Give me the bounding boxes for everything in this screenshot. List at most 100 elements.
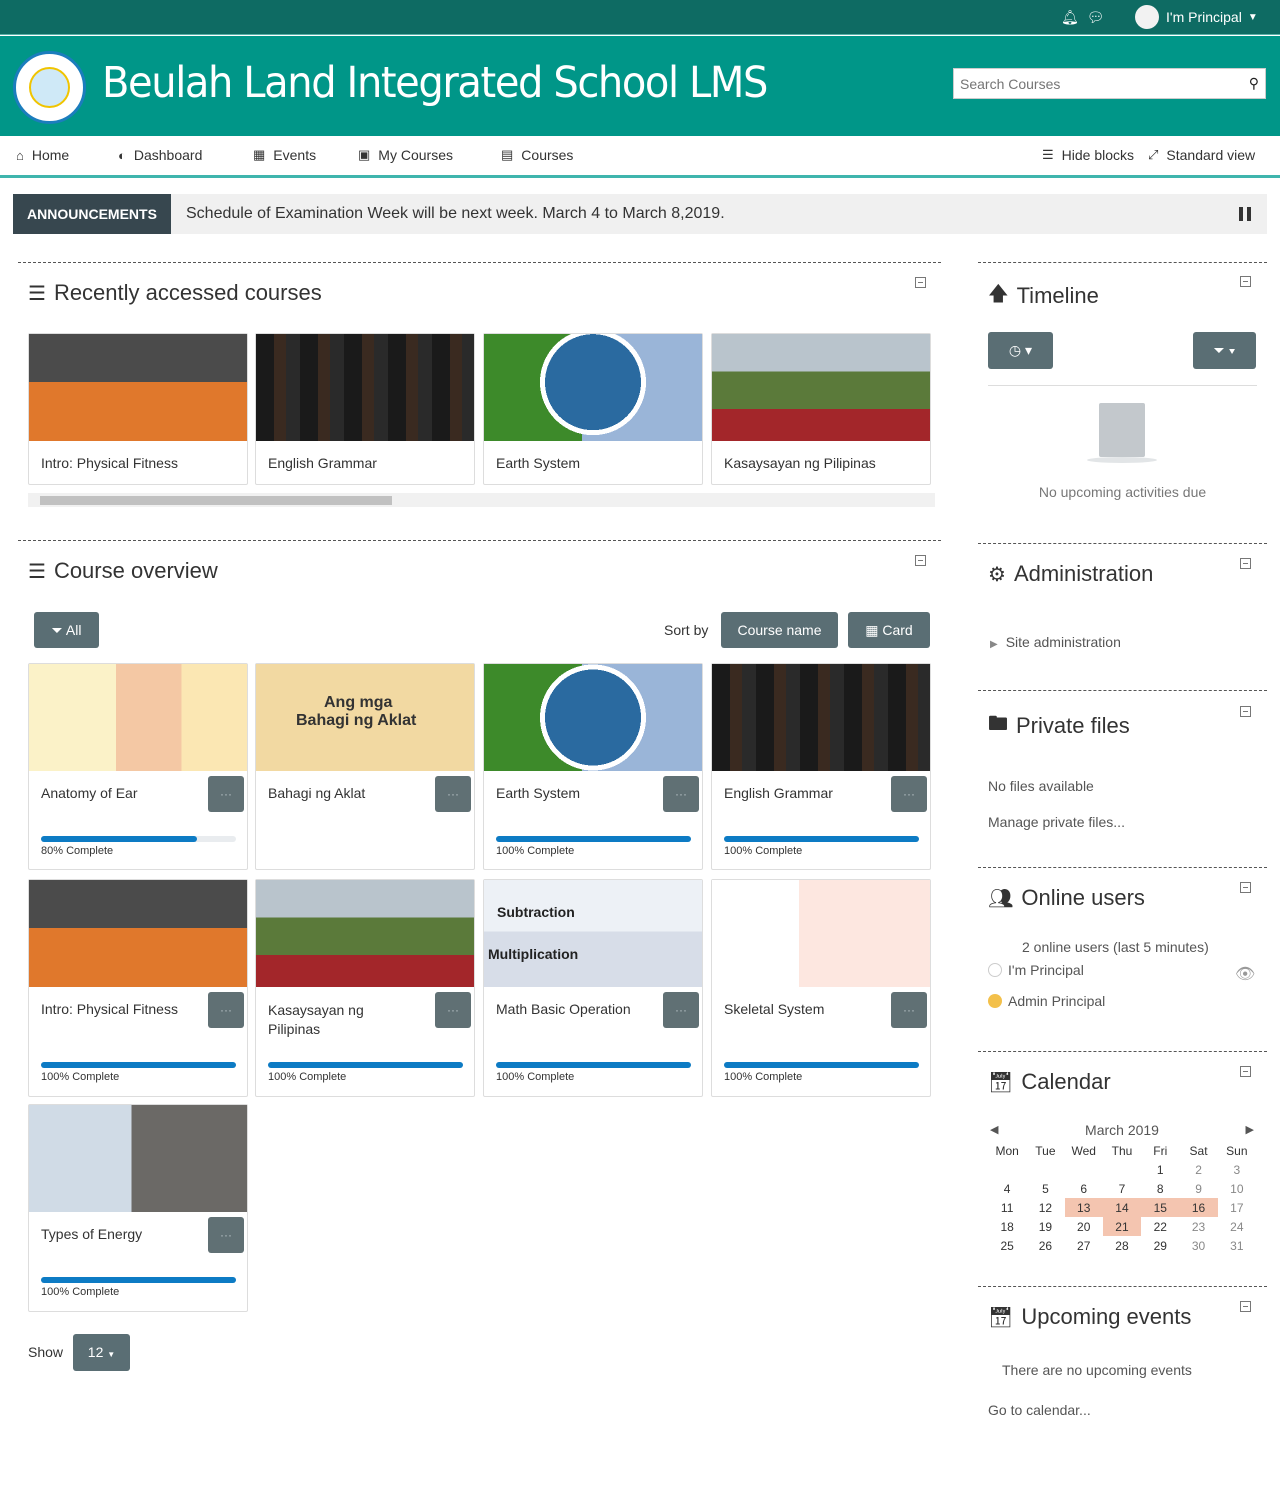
recent-course-card[interactable]: Kasaysayan ng Pilipinas — [711, 333, 931, 485]
calendar-day[interactable]: 15 — [1141, 1198, 1180, 1217]
search-input[interactable] — [954, 69, 1239, 98]
course-card[interactable]: Intro: Physical Fitness ··· 100% Complet… — [28, 879, 248, 1097]
pause-icon[interactable] — [1239, 207, 1251, 221]
course-name[interactable]: English Grammar — [724, 785, 833, 801]
course-menu-button[interactable]: ··· — [435, 992, 471, 1028]
course-name[interactable]: Kasaysayan ng Pilipinas — [268, 1001, 418, 1039]
horizontal-scrollbar[interactable] — [28, 493, 935, 507]
collapse-icon[interactable] — [915, 555, 926, 566]
course-name[interactable]: Types of Energy — [41, 1226, 142, 1242]
calendar-day[interactable]: 17 — [1218, 1198, 1256, 1217]
bell-icon[interactable]: 🔔︎ — [1061, 9, 1079, 25]
page-size-dropdown[interactable]: 12 ▼ — [73, 1334, 130, 1371]
online-user-item[interactable]: I'm Principal — [988, 962, 1084, 978]
course-name[interactable]: Anatomy of Ear — [41, 785, 138, 801]
calendar-day[interactable]: 4 — [988, 1179, 1026, 1198]
calendar-day[interactable]: 27 — [1065, 1236, 1103, 1255]
course-name[interactable]: Intro: Physical Fitness — [41, 1001, 178, 1017]
calendar-day[interactable]: 18 — [988, 1217, 1026, 1236]
messages-icon[interactable]: 💬︎ — [1087, 9, 1105, 25]
calendar-day[interactable]: 14 — [1102, 1198, 1142, 1217]
course-menu-button[interactable]: ··· — [208, 776, 244, 812]
calendar-day[interactable]: 10 — [1218, 1179, 1256, 1198]
course-name[interactable]: Kasaysayan ng Pilipinas — [724, 455, 876, 471]
calendar-day[interactable]: 22 — [1141, 1217, 1179, 1236]
course-name[interactable]: Earth System — [496, 455, 580, 471]
manage-files-link[interactable]: Manage private files... — [988, 814, 1125, 830]
course-menu-button[interactable]: ··· — [663, 776, 699, 812]
course-name[interactable]: English Grammar — [268, 455, 377, 471]
calendar-day[interactable]: 26 — [1026, 1236, 1064, 1255]
course-menu-button[interactable]: ··· — [208, 992, 244, 1028]
hide-blocks-button[interactable]: ☰ Hide blocks — [1042, 147, 1134, 163]
course-name[interactable]: Bahagi ng Aklat — [268, 785, 365, 801]
course-name[interactable]: Skeletal System — [724, 1001, 824, 1017]
calendar-day[interactable]: 5 — [1026, 1179, 1064, 1198]
school-logo[interactable] — [13, 51, 86, 124]
collapse-icon[interactable] — [1240, 1301, 1251, 1312]
user-menu[interactable]: I'm Principal ▼ — [1135, 5, 1258, 29]
calendar-day[interactable]: 8 — [1141, 1179, 1179, 1198]
calendar-day[interactable]: 23 — [1179, 1217, 1217, 1236]
collapse-icon[interactable] — [1240, 1066, 1251, 1077]
search-icon[interactable]: ⚲ — [1249, 75, 1259, 92]
calendar-day[interactable]: 9 — [1179, 1179, 1217, 1198]
collapse-icon[interactable] — [1240, 882, 1251, 893]
course-menu-button[interactable]: ··· — [208, 1217, 244, 1253]
nav-courses[interactable]: ▤ Courses — [501, 147, 573, 163]
calendar-day[interactable]: 21 — [1102, 1217, 1142, 1236]
calendar-day[interactable]: 31 — [1218, 1236, 1256, 1255]
calendar-day[interactable]: 1 — [1141, 1160, 1179, 1179]
standard-view-button[interactable]: ⤢ Standard view — [1148, 147, 1255, 163]
collapse-icon[interactable] — [1240, 276, 1251, 287]
course-card[interactable]: English Grammar ··· 100% Complete — [711, 663, 931, 870]
calendar-day[interactable]: 6 — [1065, 1179, 1103, 1198]
course-name[interactable]: Math Basic Operation — [496, 1001, 631, 1017]
collapse-icon[interactable] — [915, 277, 926, 288]
calendar-day[interactable]: 28 — [1103, 1236, 1141, 1255]
calendar-day[interactable]: 20 — [1065, 1217, 1103, 1236]
calendar-day[interactable]: 19 — [1026, 1217, 1064, 1236]
calendar-day[interactable]: 24 — [1218, 1217, 1256, 1236]
recent-course-card[interactable]: English Grammar — [255, 333, 475, 485]
course-menu-button[interactable]: ··· — [663, 992, 699, 1028]
calendar-day[interactable]: 25 — [988, 1236, 1026, 1255]
nav-dashboard[interactable]: ◐ Dashboard — [118, 147, 202, 163]
course-card[interactable]: Types of Energy ··· 100% Complete — [28, 1104, 248, 1312]
collapse-icon[interactable] — [1240, 558, 1251, 569]
calendar-day[interactable]: 12 — [1026, 1198, 1064, 1217]
course-name[interactable]: Earth System — [496, 785, 580, 801]
calendar-day[interactable]: 7 — [1103, 1179, 1141, 1198]
collapse-icon[interactable] — [1240, 706, 1251, 717]
calendar-day[interactable]: 13 — [1064, 1198, 1103, 1217]
site-name[interactable]: Beulah Land Integrated School LMS — [102, 58, 768, 108]
timeline-filter-button[interactable]: ⏷ ▾ — [1193, 332, 1256, 369]
view-dropdown[interactable]: ▦ Card — [848, 612, 930, 648]
course-name[interactable]: Intro: Physical Fitness — [41, 455, 178, 471]
course-menu-button[interactable]: ··· — [435, 776, 471, 812]
recent-course-card[interactable]: Earth System — [483, 333, 703, 485]
online-user-item[interactable]: Admin Principal — [988, 993, 1105, 1009]
calendar-day[interactable]: 16 — [1179, 1198, 1218, 1217]
nav-my-courses[interactable]: ▣ My Courses — [358, 147, 453, 163]
course-card[interactable]: Subtraction Multiplication Math Basic Op… — [483, 879, 703, 1097]
course-card[interactable]: Earth System ··· 100% Complete — [483, 663, 703, 870]
course-card[interactable]: Anatomy of Ear ··· 80% Complete — [28, 663, 248, 870]
course-menu-button[interactable]: ··· — [891, 992, 927, 1028]
timeline-sort-button[interactable]: ◷ ▾ — [988, 332, 1053, 369]
course-card[interactable]: Skeletal System ··· 100% Complete — [711, 879, 931, 1097]
calendar-day[interactable]: 11 — [988, 1198, 1026, 1217]
calendar-day[interactable]: 30 — [1179, 1236, 1217, 1255]
next-month-icon[interactable]: ▶ — [1246, 1123, 1254, 1136]
recent-course-card[interactable]: Intro: Physical Fitness — [28, 333, 248, 485]
go-to-calendar-link[interactable]: Go to calendar... — [988, 1402, 1091, 1418]
course-menu-button[interactable]: ··· — [891, 776, 927, 812]
nav-events[interactable]: ▦ Events — [253, 147, 316, 163]
filter-dropdown[interactable]: ⏷ All — [34, 612, 99, 648]
course-card[interactable]: Kasaysayan ng Pilipinas ··· 100% Complet… — [255, 879, 475, 1097]
calendar-day[interactable]: 2 — [1179, 1160, 1217, 1179]
eye-icon[interactable]: 👁︎ — [1235, 964, 1255, 984]
course-card[interactable]: Ang mga Bahagi ng Aklat Bahagi ng Aklat … — [255, 663, 475, 870]
nav-home[interactable]: ⌂ Home — [16, 147, 69, 163]
sort-dropdown[interactable]: Course name — [721, 612, 838, 648]
